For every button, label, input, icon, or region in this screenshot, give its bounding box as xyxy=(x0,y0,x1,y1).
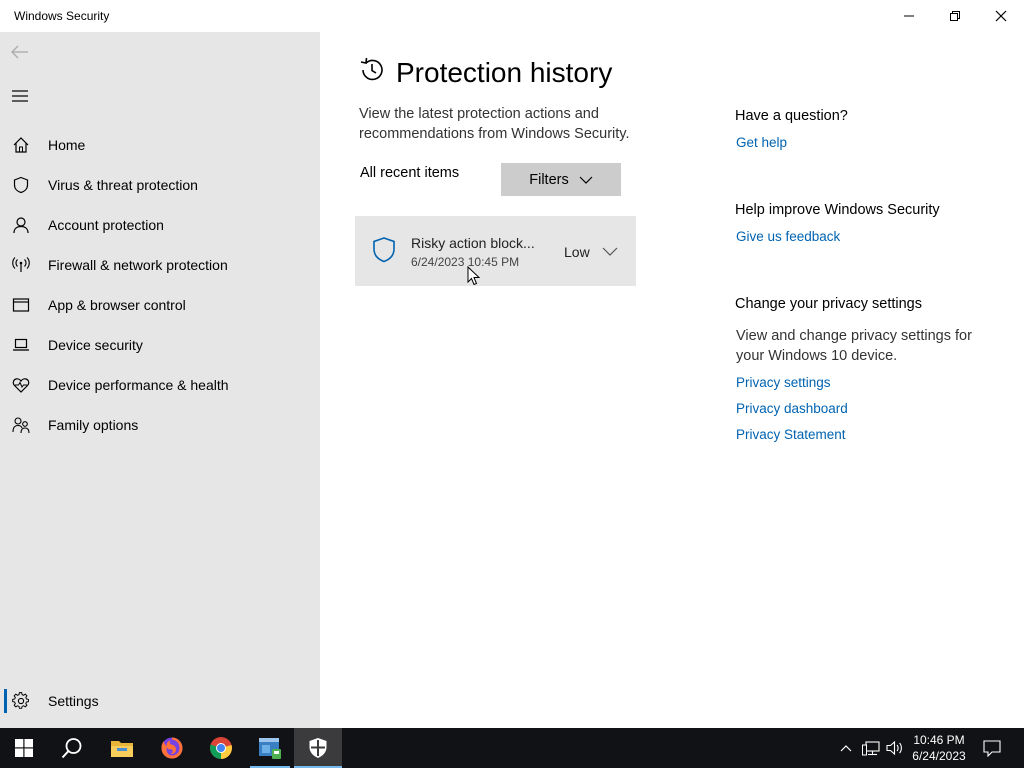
minimize-button[interactable] xyxy=(886,0,932,32)
sidebar-item-device-security[interactable]: Device security xyxy=(0,325,320,365)
window-title: Windows Security xyxy=(14,9,110,23)
sidebar-item-device-performance[interactable]: Device performance & health xyxy=(0,365,320,405)
folder-icon xyxy=(111,741,133,757)
laptop-icon xyxy=(11,335,31,355)
firefox-icon xyxy=(161,737,183,759)
hamburger-icon xyxy=(12,90,28,102)
app-window-icon xyxy=(259,738,281,759)
privacy-settings-link[interactable]: Privacy settings xyxy=(736,375,831,390)
mouse-cursor-icon xyxy=(467,265,481,291)
sidebar-item-family[interactable]: Family options xyxy=(0,405,320,445)
shield-icon xyxy=(371,236,397,269)
browser-window-icon xyxy=(11,295,31,315)
recent-items-label: All recent items xyxy=(360,165,460,181)
privacy-heading: Change your privacy settings xyxy=(735,296,922,312)
title-bar: Windows Security xyxy=(0,0,1024,32)
severity-label: Low xyxy=(564,244,590,260)
sidebar-item-label: Firewall & network protection xyxy=(48,257,228,273)
main-content: Protection history View the latest prote… xyxy=(320,32,1024,728)
close-icon xyxy=(995,10,1007,22)
restore-button[interactable] xyxy=(932,0,978,32)
gear-icon xyxy=(11,691,31,711)
file-explorer-button[interactable] xyxy=(98,728,146,768)
home-icon xyxy=(11,135,31,155)
page-header: Protection history xyxy=(358,56,612,89)
windows-logo-icon xyxy=(15,739,33,757)
sidebar: Home Virus & threat protection Account p… xyxy=(0,32,320,728)
history-item[interactable]: Risky action block... 6/24/2023 10:45 PM… xyxy=(355,216,636,286)
restore-icon xyxy=(950,11,960,21)
privacy-description: View and change privacy settings for you… xyxy=(736,328,972,364)
sidebar-item-firewall[interactable]: Firewall & network protection xyxy=(0,245,320,285)
chrome-button[interactable] xyxy=(197,728,245,768)
clock-date: 6/24/2023 xyxy=(912,749,966,763)
sidebar-item-virus-threat[interactable]: Virus & threat protection xyxy=(0,165,320,205)
show-hidden-icons-button[interactable] xyxy=(836,728,856,768)
speaker-icon xyxy=(886,740,902,756)
sidebar-item-label: Device performance & health xyxy=(48,377,229,393)
search-button[interactable] xyxy=(48,728,96,768)
sidebar-item-label: Device security xyxy=(48,337,143,353)
volume-button[interactable] xyxy=(884,728,906,768)
history-item-date: 6/24/2023 10:45 PM xyxy=(411,255,520,269)
firefox-button[interactable] xyxy=(148,728,196,768)
filters-label: Filters xyxy=(529,171,569,188)
shield-icon xyxy=(309,738,327,758)
sidebar-item-label: Virus & threat protection xyxy=(48,177,198,193)
history-clock-icon xyxy=(358,56,386,89)
chevron-up-icon xyxy=(840,745,852,752)
filters-button[interactable]: Filters xyxy=(501,163,621,196)
taskbar-clock[interactable]: 10:46 PM 6/24/2023 xyxy=(905,732,973,764)
sidebar-item-label: Family options xyxy=(48,417,139,433)
page-description: View the latest protection actions and r… xyxy=(359,106,630,142)
back-button[interactable] xyxy=(8,40,32,64)
hamburger-menu-button[interactable] xyxy=(8,84,32,108)
improve-heading: Help improve Windows Security xyxy=(735,202,940,218)
sidebar-item-label: Settings xyxy=(48,693,99,709)
notification-icon xyxy=(983,739,1001,757)
heart-pulse-icon xyxy=(11,375,31,395)
windows-security-taskbar-button[interactable] xyxy=(294,728,342,768)
question-heading: Have a question? xyxy=(735,108,848,124)
family-icon xyxy=(11,415,31,435)
privacy-dashboard-link[interactable]: Privacy dashboard xyxy=(736,401,848,416)
sidebar-item-app-browser[interactable]: App & browser control xyxy=(0,285,320,325)
feedback-link[interactable]: Give us feedback xyxy=(736,229,840,244)
sidebar-item-label: Account protection xyxy=(48,217,164,233)
minimize-icon xyxy=(904,15,914,17)
clock-time: 10:46 PM xyxy=(913,733,965,747)
sidebar-item-home[interactable]: Home xyxy=(0,125,320,165)
action-center-button[interactable] xyxy=(978,728,1006,768)
taskbar: 10:46 PM 6/24/2023 xyxy=(0,728,1024,768)
get-help-link[interactable]: Get help xyxy=(736,135,787,150)
person-icon xyxy=(11,215,31,235)
chevron-down-icon[interactable] xyxy=(602,244,618,262)
chevron-down-icon xyxy=(579,176,593,184)
sidebar-item-account[interactable]: Account protection xyxy=(0,205,320,245)
network-button[interactable] xyxy=(860,728,882,768)
start-button[interactable] xyxy=(0,728,48,768)
antenna-icon xyxy=(11,255,31,275)
close-button[interactable] xyxy=(978,0,1024,32)
app-pinned-button[interactable] xyxy=(246,728,294,768)
back-arrow-icon xyxy=(11,45,28,59)
shield-icon xyxy=(11,175,31,195)
sidebar-item-label: App & browser control xyxy=(48,297,186,313)
selection-indicator xyxy=(4,689,7,713)
page-title: Protection history xyxy=(396,56,613,88)
sidebar-item-label: Home xyxy=(48,137,86,153)
chrome-icon xyxy=(210,737,232,759)
search-icon xyxy=(61,738,82,759)
sidebar-item-settings[interactable]: Settings xyxy=(0,681,320,721)
history-item-title: Risky action block... xyxy=(411,235,535,251)
privacy-statement-link[interactable]: Privacy Statement xyxy=(736,427,846,442)
network-icon xyxy=(862,741,880,756)
